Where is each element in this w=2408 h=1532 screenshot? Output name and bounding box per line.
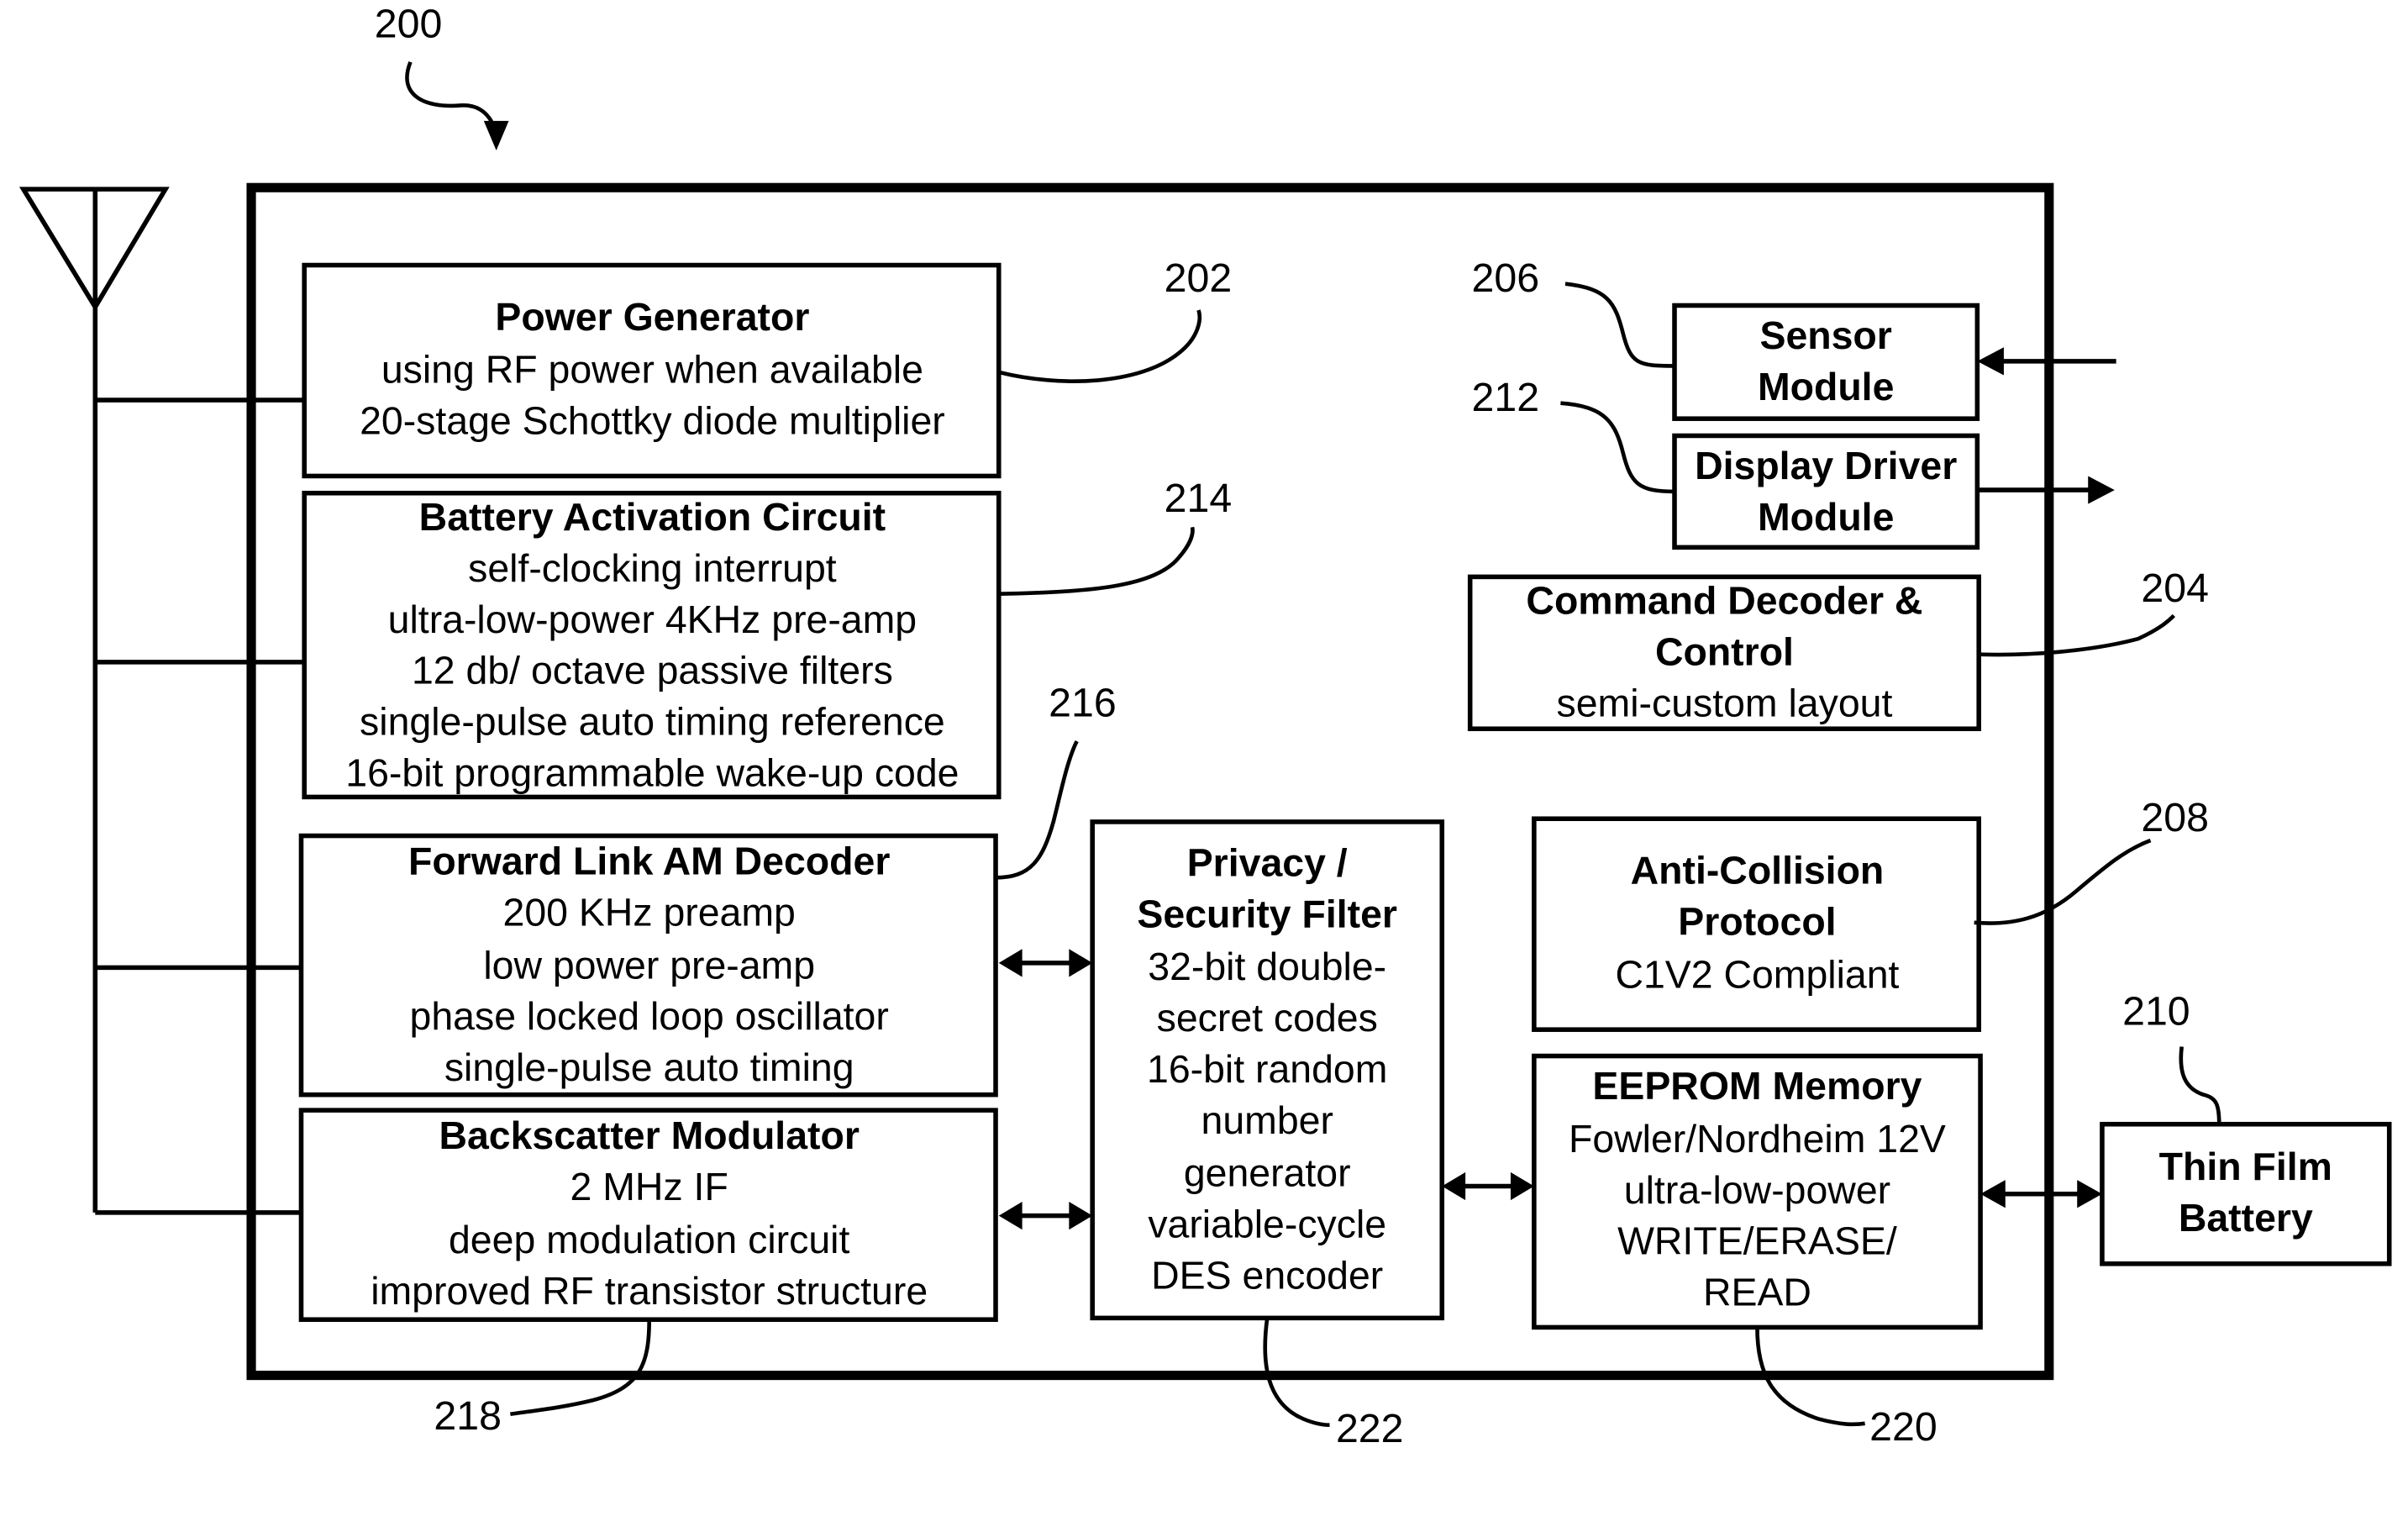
ref-label-216: 216 [1049, 681, 1117, 726]
ref-leader [1564, 282, 1675, 368]
block-detail-line: generator [1184, 1151, 1351, 1195]
arrowhead-icon [483, 120, 509, 150]
block-title: Backscatter Modulator [439, 1113, 859, 1157]
block-detail-line: variable-cycle [1148, 1203, 1386, 1246]
block-detail-line: WRITE/ERASE/ [1617, 1219, 1897, 1263]
block-battery-activation: Battery Activation Circuit self-clocking… [302, 490, 1002, 800]
bidirectional-arrow-icon [1980, 1180, 2102, 1208]
block-detail-line: READ [1703, 1271, 1811, 1314]
block-eeprom: EEPROM Memory Fowler/Nordheim 12V ultra-… [1532, 1053, 1983, 1330]
block-anti-collision: Anti-Collision Protocol C1V2 Compliant [1532, 816, 1981, 1032]
block-detail-line: ultra-low-power 4KHz pre-amp [388, 598, 917, 641]
antenna-icon [18, 187, 170, 1213]
block-title: Security Filter [1137, 892, 1397, 936]
block-detail-line: 12 db/ octave passive filters [412, 649, 893, 692]
bidirectional-arrow-icon [998, 1201, 1093, 1230]
bidirectional-arrow-icon [1442, 1171, 1534, 1201]
ref-leader [1974, 838, 2152, 925]
figure-ref-leader [405, 61, 498, 143]
block-title: Power Generator [495, 295, 809, 339]
block-backscatter: Backscatter Modulator 2 MHz IF deep modu… [298, 1108, 998, 1322]
block-detail-line: semi-custom layout [1557, 682, 1893, 725]
ref-label-208: 208 [2141, 795, 2209, 840]
block-title: Anti-Collision [1631, 849, 1885, 892]
ref-leader [998, 526, 1195, 596]
ref-leader [996, 740, 1079, 880]
block-detail-line: DES encoder [1151, 1253, 1383, 1297]
block-thin-film-battery: Thin Film Battery [2100, 1121, 2392, 1266]
block-detail-line: single-pulse auto timing reference [360, 700, 945, 744]
block-detail-line: Fowler/Nordheim 12V [1569, 1117, 1946, 1161]
ref-leader [2179, 1046, 2221, 1124]
block-command-decoder: Command Decoder & Control semi-custom la… [1467, 574, 1981, 731]
ref-leader [998, 309, 1202, 383]
block-title: Display Driver [1695, 444, 1957, 487]
block-sensor-module: Sensor Module [1672, 303, 1980, 421]
ref-label-222: 222 [1336, 1406, 1404, 1451]
block-detail-line: 20-stage Schottky diode multiplier [360, 399, 945, 443]
ref-label-210: 210 [2122, 989, 2190, 1034]
block-detail-line: number [1201, 1098, 1333, 1142]
block-title: Battery [2179, 1196, 2313, 1240]
block-title: Privacy / [1187, 841, 1348, 885]
block-title: EEPROM Memory [1592, 1064, 1922, 1108]
ref-label-212: 212 [1472, 375, 1540, 420]
block-title: Forward Link AM Decoder [408, 840, 890, 883]
block-title: Module [1758, 365, 1894, 408]
block-detail-line: phase locked loop oscillator [410, 994, 889, 1038]
block-detail-line: using RF power when available [381, 348, 923, 392]
block-forward-link: Forward Link AM Decoder 200 KHz preamp l… [298, 833, 998, 1098]
ref-leader [1560, 401, 1675, 494]
block-detail-line: 16-bit random [1147, 1047, 1387, 1091]
block-detail-line: 16-bit programmable wake-up code [345, 751, 959, 795]
block-detail-line: 200 KHz preamp [503, 891, 796, 934]
block-power-generator: Power Generator using RF power when avai… [302, 262, 1002, 479]
ref-leader [510, 1319, 652, 1417]
ref-label-202: 202 [1165, 255, 1233, 301]
block-title: Control [1655, 630, 1794, 674]
block-title: Sensor [1759, 313, 1891, 357]
block-detail-line: ultra-low-power [1624, 1168, 1890, 1212]
rfid-tag-block-diagram: 200 Power Generator using RF power when … [18, 1, 2392, 1451]
ref-label-204: 204 [2141, 566, 2209, 611]
ref-label-214: 214 [1165, 476, 1233, 521]
block-detail-line: deep modulation circuit [449, 1218, 850, 1261]
block-detail-line: self-clocking interrupt [468, 546, 837, 590]
ref-label-220: 220 [1869, 1404, 1937, 1450]
block-title: Command Decoder & [1526, 579, 1922, 623]
ref-label-218: 218 [434, 1393, 502, 1439]
block-detail-line: low power pre-amp [483, 943, 815, 987]
block-privacy-filter: Privacy / Security Filter 32-bit double-… [1090, 819, 1445, 1321]
figure-ref-label: 200 [375, 1, 443, 46]
block-title: Module [1758, 495, 1894, 539]
block-title: Battery Activation Circuit [419, 495, 886, 539]
ref-leader [1979, 613, 2176, 657]
block-title: Thin Film [2159, 1145, 2332, 1188]
block-detail-line: improved RF transistor structure [371, 1269, 928, 1313]
block-detail-line: secret codes [1157, 996, 1378, 1040]
block-detail-line: 2 MHz IF [570, 1165, 728, 1208]
bidirectional-arrow-icon [998, 949, 1093, 977]
ref-label-206: 206 [1472, 255, 1540, 301]
block-title: Protocol [1678, 900, 1836, 944]
block-detail-line: 32-bit double- [1148, 945, 1386, 988]
block-detail-line: single-pulse auto timing [444, 1045, 854, 1089]
block-detail-line: C1V2 Compliant [1615, 952, 1899, 996]
block-display-driver: Display Driver Module [1672, 433, 1980, 550]
